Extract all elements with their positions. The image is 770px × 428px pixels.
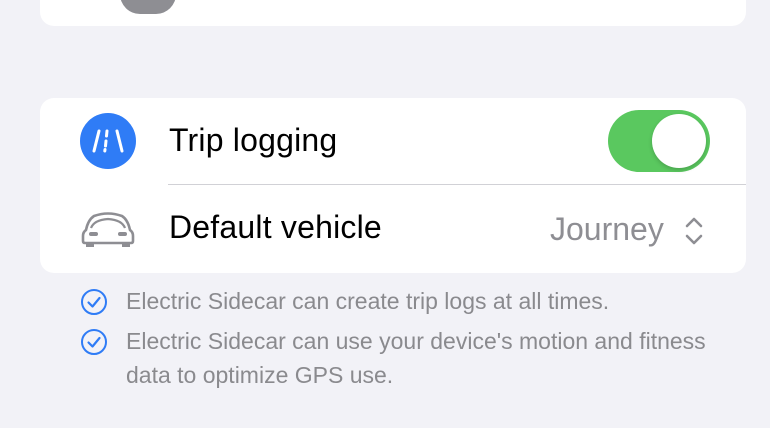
- note-text: Electric Sidecar can use your device's m…: [126, 328, 706, 388]
- default-vehicle-row[interactable]: Default vehicle Journey: [40, 185, 746, 273]
- car-icon: [80, 208, 136, 248]
- road-icon: [80, 113, 136, 169]
- note-item: Electric Sidecar can create trip logs at…: [80, 284, 720, 318]
- trip-logging-label: Trip logging: [169, 122, 338, 158]
- previous-settings-card: [40, 0, 746, 26]
- chevron-up-down-icon[interactable]: [682, 215, 706, 247]
- toggle-knob: [652, 114, 706, 168]
- previous-row-icon: [120, 0, 176, 14]
- settings-screen: Trip logging Default vehicle Journey Ele…: [0, 0, 770, 428]
- note-text: Electric Sidecar can create trip logs at…: [126, 288, 610, 314]
- note-item: Electric Sidecar can use your device's m…: [80, 324, 720, 394]
- trip-logging-row: Trip logging: [40, 98, 746, 185]
- default-vehicle-value[interactable]: Journey: [550, 211, 664, 248]
- trip-logging-toggle[interactable]: [608, 110, 710, 172]
- checkmark-circle-icon: [80, 328, 108, 356]
- checkmark-circle-icon: [80, 288, 108, 316]
- trip-settings-card: Trip logging Default vehicle Journey: [40, 98, 746, 273]
- default-vehicle-label: Default vehicle: [169, 209, 382, 245]
